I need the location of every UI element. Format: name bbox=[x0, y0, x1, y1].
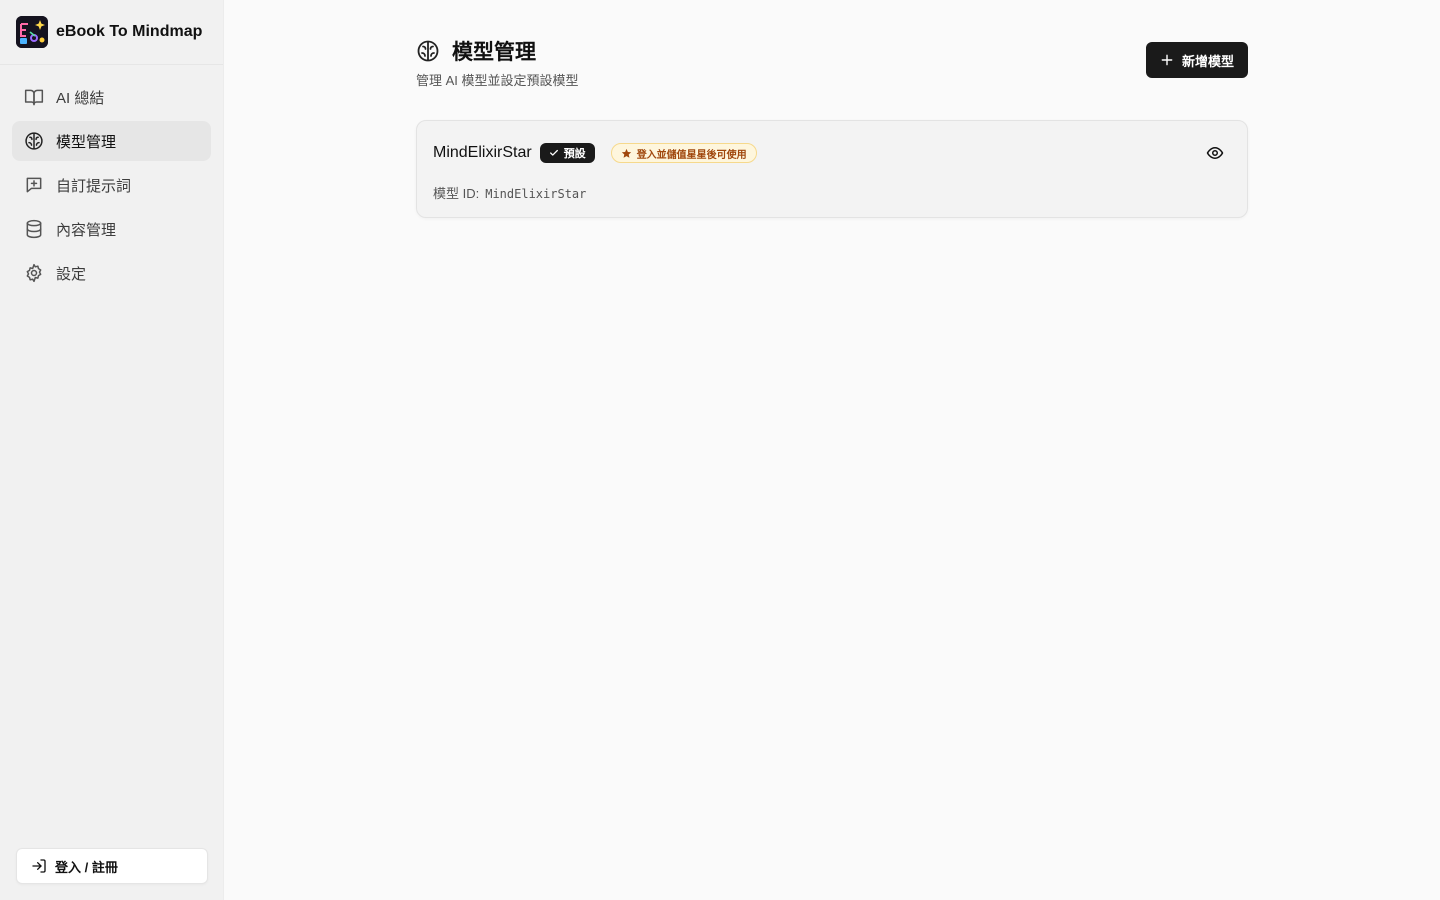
sidebar-item-settings[interactable]: 設定 bbox=[12, 253, 211, 293]
sidebar-nav: AI 總結 模型管理 自訂提示詞 內容管理 設定 bbox=[0, 65, 223, 293]
login-register-button[interactable]: 登入 / 註冊 bbox=[16, 848, 208, 884]
app-title: eBook To Mindmap bbox=[56, 23, 203, 40]
app-logo bbox=[16, 16, 48, 48]
model-card: MindElixirStar 預設 登入並儲值星星後可使用 模型 ID: Min… bbox=[416, 120, 1248, 218]
plus-icon bbox=[1160, 53, 1174, 67]
log-in-icon bbox=[31, 858, 47, 874]
add-model-label: 新增模型 bbox=[1181, 53, 1234, 69]
sidebar-item-label: AI 總結 bbox=[56, 89, 105, 107]
sidebar-item-label: 模型管理 bbox=[56, 133, 117, 151]
sidebar-item-label: 設定 bbox=[56, 265, 87, 283]
message-plus-icon bbox=[24, 175, 44, 195]
default-badge: 預設 bbox=[539, 143, 595, 163]
add-model-button[interactable]: 新增模型 bbox=[1146, 42, 1248, 78]
star-icon bbox=[621, 148, 632, 159]
database-icon bbox=[24, 219, 44, 239]
default-badge-label: 預設 bbox=[563, 148, 586, 160]
brain-icon bbox=[416, 39, 440, 63]
sidebar: eBook To Mindmap AI 總結 模型管理 自訂提示詞 內容管理 設… bbox=[0, 0, 224, 900]
model-id-row: 模型 ID: MindElixirStar bbox=[433, 183, 586, 202]
book-open-icon bbox=[24, 87, 44, 107]
page-subtitle: 管理 AI 模型並設定預設模型 bbox=[416, 73, 579, 88]
login-register-label: 登入 / 註冊 bbox=[55, 859, 118, 875]
star-requirement-badge: 登入並儲值星星後可使用 bbox=[610, 143, 757, 163]
brand: eBook To Mindmap bbox=[0, 0, 223, 65]
brain-icon bbox=[24, 131, 44, 151]
gear-icon bbox=[24, 263, 44, 283]
model-card-header: MindElixirStar 預設 登入並儲值星星後可使用 bbox=[433, 143, 757, 163]
star-requirement-label: 登入並儲值星星後可使用 bbox=[636, 149, 747, 161]
eye-icon bbox=[1206, 144, 1224, 162]
sidebar-item-ai-summary[interactable]: AI 總結 bbox=[12, 77, 211, 117]
check-icon bbox=[549, 148, 559, 158]
sidebar-item-custom-prompts[interactable]: 自訂提示詞 bbox=[12, 165, 211, 205]
sidebar-item-model-management[interactable]: 模型管理 bbox=[12, 121, 211, 161]
sidebar-item-label: 內容管理 bbox=[56, 221, 117, 239]
page-title: 模型管理 bbox=[452, 41, 536, 64]
model-id-label: 模型 ID: bbox=[433, 186, 480, 201]
model-name: MindElixirStar bbox=[433, 144, 532, 161]
page-header: 模型管理 管理 AI 模型並設定預設模型 新增模型 bbox=[416, 0, 1248, 120]
view-model-button[interactable] bbox=[1205, 143, 1225, 163]
sidebar-item-content-management[interactable]: 內容管理 bbox=[12, 209, 211, 249]
main-content: 模型管理 管理 AI 模型並設定預設模型 新增模型 MindElixirStar… bbox=[416, 0, 1248, 218]
page-title-row: 模型管理 bbox=[416, 36, 536, 66]
model-id-value: MindElixirStar bbox=[485, 187, 587, 201]
sidebar-item-label: 自訂提示詞 bbox=[56, 177, 132, 195]
